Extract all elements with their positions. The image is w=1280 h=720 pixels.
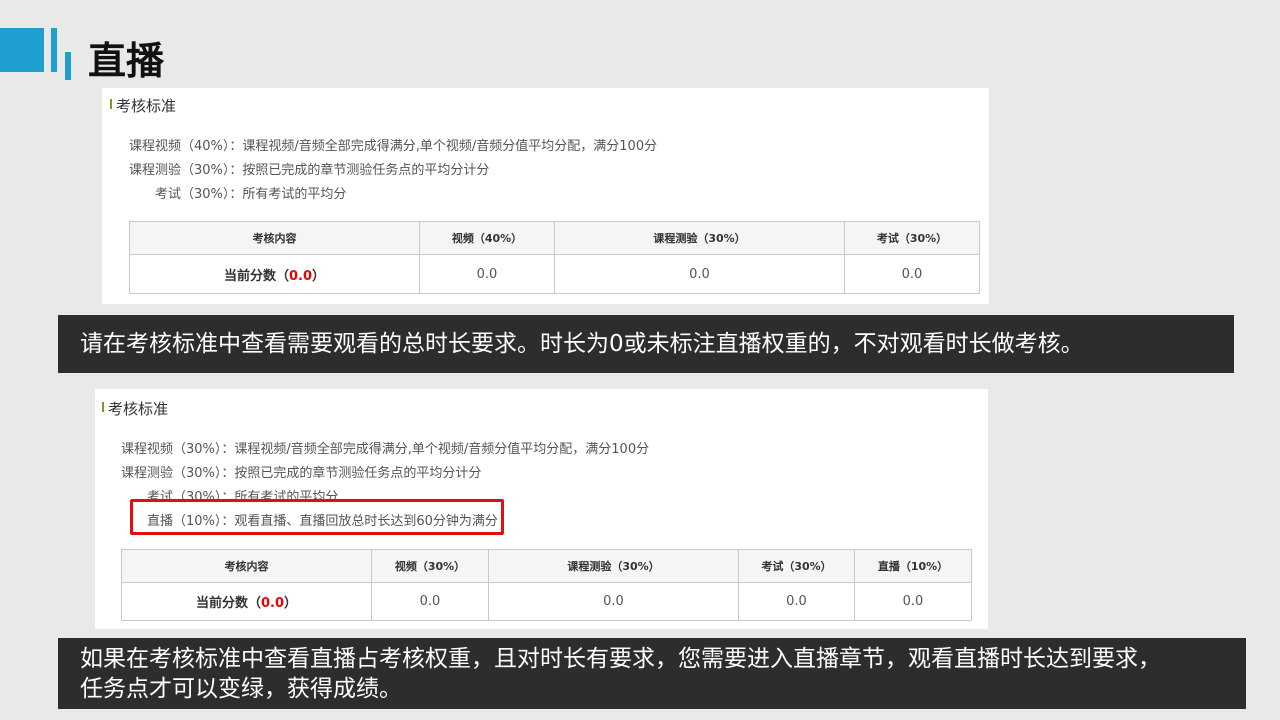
score-label: 当前分数（: [223, 268, 289, 284]
instruction-banner-2: 如果在考核标准中查看直播占考核权重，且对时长有要求，您需要进入直播章节，观看直播…: [58, 638, 1246, 709]
header-cell: 视频（30%）: [371, 549, 489, 583]
total-score: 0.0: [260, 595, 285, 611]
score-table: 考核内容 视频（40%） 课程测验（30%） 考试（30%） 当前分数（0.0）…: [129, 220, 980, 294]
total-score: 0.0: [288, 268, 313, 284]
header-cell: 考试（30%）: [738, 549, 855, 583]
score-cell: 0.0: [488, 581, 739, 622]
header-decoration-bar: [65, 52, 71, 80]
rule-quiz: 课程测验（30%）：按照已完成的章节测验任务点的平均分计分: [121, 466, 482, 481]
score-cell: 0.0: [844, 254, 980, 294]
header-decoration-bar: [51, 28, 57, 72]
instruction-banner-1: 请在考核标准中查看需要观看的总时长要求。时长为0或未标注直播权重的，不对观看时长…: [58, 315, 1234, 373]
banner-line: 如果在考核标准中查看直播占考核权重，且对时长有要求，您需要进入直播章节，观看直播…: [80, 646, 1161, 672]
score-table: 考核内容 视频（30%） 课程测验（30%） 考试（30%） 直播（10%） 当…: [121, 549, 972, 622]
table-row: 当前分数（0.0） 0.0 0.0 0.0 0.0: [121, 581, 972, 622]
score-cell: 0.0: [371, 581, 489, 622]
header-cell: 课程测验（30%）: [488, 549, 739, 583]
score-cell: 0.0: [854, 581, 972, 622]
header-cell: 课程测验（30%）: [554, 220, 845, 256]
highlight-box: [130, 499, 504, 535]
header-cell: 考核内容: [121, 549, 372, 583]
score-close: ）: [284, 595, 298, 611]
header-decoration-block: [0, 28, 44, 72]
rule-video: 课程视频（40%）：课程视频/音频全部完成得满分,单个视频/音频分值平均分配，满…: [129, 139, 658, 154]
header-cell: 考核内容: [129, 220, 420, 256]
panel-heading: 考核标准: [109, 97, 177, 115]
rule-exam: 考试（30%）：所有考试的平均分: [155, 187, 347, 202]
score-cell: 0.0: [554, 254, 845, 294]
header-cell: 直播（10%）: [854, 549, 972, 583]
current-score-cell: 当前分数（0.0）: [121, 581, 372, 622]
table-header-row: 考核内容 视频（40%） 课程测验（30%） 考试（30%）: [129, 220, 980, 256]
score-close: ）: [312, 268, 326, 284]
score-cell: 0.0: [738, 581, 855, 622]
header-cell: 考试（30%）: [844, 220, 980, 256]
rule-quiz: 课程测验（30%）：按照已完成的章节测验任务点的平均分计分: [129, 163, 490, 178]
table-row: 当前分数（0.0） 0.0 0.0 0.0: [129, 254, 980, 294]
table-header-row: 考核内容 视频（30%） 课程测验（30%） 考试（30%） 直播（10%）: [121, 549, 972, 583]
header-cell: 视频（40%）: [419, 220, 555, 256]
score-label: 当前分数（: [195, 595, 261, 611]
score-cell: 0.0: [419, 254, 555, 294]
banner-line: 任务点才可以变绿，获得成绩。: [80, 676, 402, 702]
panel-heading: 考核标准: [101, 400, 169, 418]
page-title: 直播: [88, 39, 165, 83]
rule-video: 课程视频（30%）：课程视频/音频全部完成得满分,单个视频/音频分值平均分配，满…: [121, 442, 650, 457]
current-score-cell: 当前分数（0.0）: [129, 254, 420, 294]
